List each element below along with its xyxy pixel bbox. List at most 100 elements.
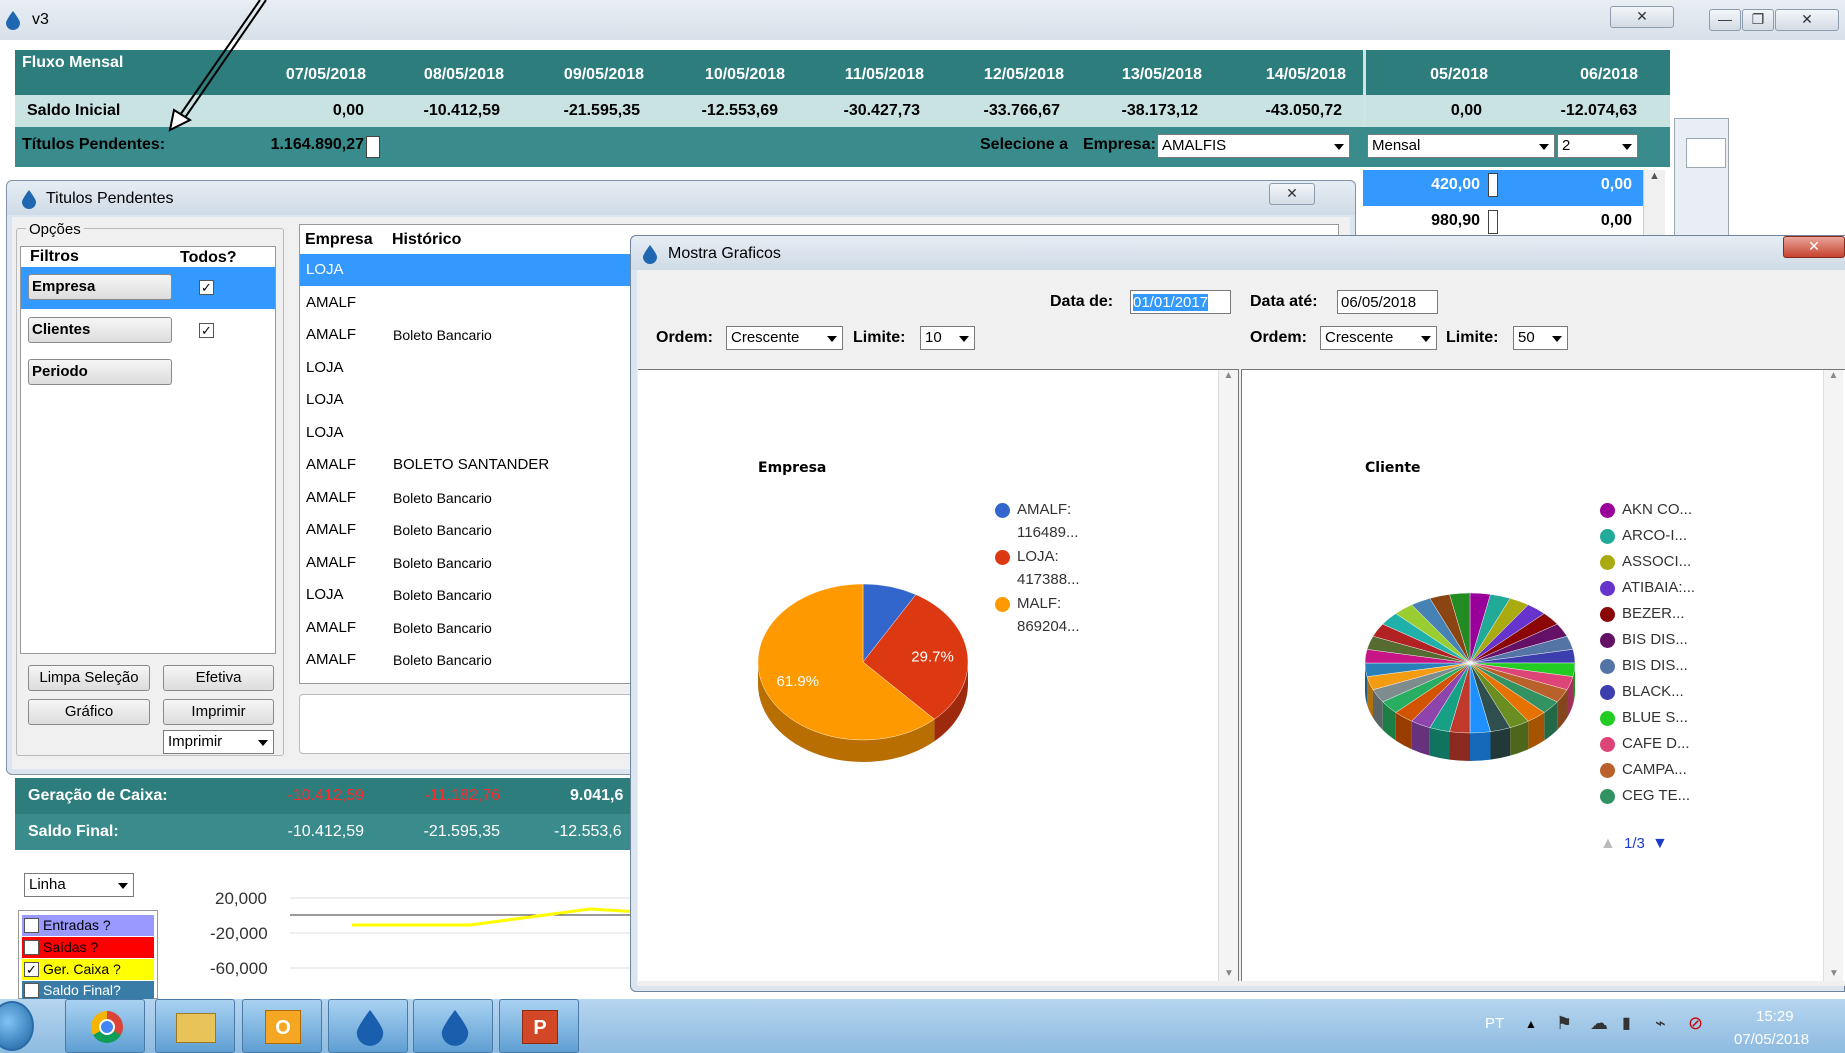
periodo-filter-button[interactable]: Periodo — [28, 359, 172, 385]
date-header: 10/05/2018 — [704, 66, 785, 83]
chevron-down-icon — [258, 740, 268, 746]
taskbar-app2[interactable] — [413, 999, 493, 1053]
tray-flag-icon[interactable]: ⚑ — [1556, 1013, 1572, 1034]
graficos-window-title: Mostra Graficos — [668, 245, 781, 262]
taskbar-explorer[interactable] — [155, 999, 235, 1053]
legend-label: ARCO-I... — [1622, 527, 1688, 544]
clock-time[interactable]: 15:29 — [1756, 1008, 1794, 1025]
imprimir-button[interactable]: Imprimir — [163, 699, 274, 725]
empresa-chart-scrollbar[interactable]: ▲ ▼ — [1218, 370, 1238, 981]
clientes-filter-button[interactable]: Clientes — [28, 317, 172, 343]
chevron-down-icon — [1552, 336, 1562, 342]
table-row[interactable]: LOJA — [300, 384, 590, 416]
legend-label: BEZER... — [1622, 605, 1685, 622]
outer-close-button[interactable]: ✕ — [1775, 9, 1839, 31]
graficos-title-bar: Mostra Graficos ✕ — [631, 236, 1845, 270]
window-close-button[interactable]: ✕ — [1610, 6, 1674, 28]
fluxo-label: Fluxo Mensal — [22, 54, 124, 71]
imprimir-select[interactable]: Imprimir — [163, 730, 274, 754]
table-row[interactable]: LOJA — [300, 417, 590, 449]
outer-restore-button[interactable]: ❐ — [1742, 9, 1774, 31]
row-empresa: AMALF — [306, 488, 357, 506]
right-detail-button[interactable] — [1488, 173, 1498, 197]
periodo-select[interactable]: Mensal — [1367, 134, 1555, 158]
titulos-detail-button[interactable] — [366, 136, 380, 158]
table-row[interactable]: AMALF Boleto Bancario — [300, 547, 590, 579]
table-row[interactable]: AMALF Boleto Bancario — [300, 612, 590, 644]
table-row[interactable]: AMALF Boleto Bancario — [300, 644, 590, 676]
empresa-filter-button[interactable]: Empresa — [28, 274, 172, 300]
left-limite-select[interactable]: 10 — [920, 326, 975, 350]
ger-caixa-series-line — [352, 907, 640, 927]
tray-signal-icon[interactable]: ▮ — [1622, 1013, 1631, 1033]
taskbar-language[interactable]: PT — [1485, 1015, 1504, 1032]
left-ordem-select[interactable]: Crescente — [726, 326, 843, 350]
legend-dot — [1600, 763, 1615, 778]
left-ordem-label: Ordem: — [656, 329, 713, 346]
legend-dot — [1600, 685, 1615, 700]
data-ate-input[interactable]: 06/05/2018 — [1337, 290, 1438, 314]
quantidade-select[interactable]: 2 — [1557, 134, 1638, 158]
legend-label: BIS DIS... — [1622, 631, 1688, 648]
taskbar-chrome[interactable] — [65, 999, 145, 1053]
cash-flow-line-chart — [290, 897, 640, 969]
taskbar-outlook[interactable]: O — [242, 999, 322, 1053]
data-de-input[interactable]: 01/01/2017 — [1130, 290, 1231, 314]
grafico-button[interactable]: Gráfico — [28, 699, 150, 725]
filtros-header: Filtros — [30, 248, 79, 265]
saldo-final-checkbox[interactable] — [24, 983, 39, 998]
y-tick: -60,000 — [210, 959, 268, 978]
legend-dot-malf — [995, 597, 1010, 612]
table-row[interactable]: AMALF Boleto Bancario — [300, 319, 590, 351]
legend-label: MALF: — [1017, 595, 1062, 612]
clock-date[interactable]: 07/05/2018 — [1734, 1031, 1809, 1048]
pager-up-icon[interactable]: ▲ — [1600, 835, 1616, 853]
left-ordem-value: Crescente — [731, 329, 800, 346]
chart-type-select[interactable]: Linha — [24, 873, 134, 897]
date-header: 14/05/2018 — [1265, 66, 1346, 83]
imprimir-select-value: Imprimir — [168, 733, 223, 750]
limpa-selecao-button[interactable]: Limpa Seleção — [28, 665, 150, 691]
saldo-inicial-value: -33.766,67 — [983, 102, 1060, 119]
taskbar-app1[interactable] — [328, 999, 408, 1053]
saidas-label: Saídas ? — [43, 939, 99, 955]
taskbar-powerpoint[interactable]: P — [499, 999, 579, 1053]
empresa-todos-checkbox[interactable]: ✓ — [199, 280, 214, 295]
ger-caixa-checkbox[interactable]: ✓ — [24, 962, 39, 977]
legend-dot — [1600, 633, 1615, 648]
clientes-todos-checkbox[interactable]: ✓ — [199, 323, 214, 338]
right-ordem-select[interactable]: Crescente — [1320, 326, 1437, 350]
table-row[interactable]: LOJA — [300, 352, 590, 384]
table-row[interactable]: AMALF BOLETO SANTANDER — [300, 449, 590, 481]
titulos-title-bar: Titulos Pendentes ✕ — [7, 181, 1355, 215]
table-row[interactable]: AMALF Boleto Bancario — [300, 482, 590, 514]
imprimir-label: Imprimir — [191, 703, 246, 720]
saidas-checkbox[interactable] — [24, 940, 39, 955]
pager-down-icon[interactable]: ▼ — [1652, 835, 1668, 853]
titulos-value: 1.164.890,27 — [270, 136, 364, 153]
table-row[interactable]: AMALF Boleto Bancario — [300, 514, 590, 546]
empresa-select[interactable]: AMALFIS — [1157, 134, 1350, 158]
table-row[interactable]: LOJA — [300, 254, 640, 286]
right-limite-select[interactable]: 50 — [1513, 326, 1568, 350]
right-detail-button[interactable] — [1488, 210, 1498, 234]
entradas-checkbox[interactable] — [24, 918, 39, 933]
titulos-close-button[interactable]: ✕ — [1269, 183, 1315, 205]
tray-expand-icon[interactable]: ▲ — [1525, 1017, 1537, 1031]
saldo-inicial-value: -30.427,73 — [843, 102, 920, 119]
empresa-label: Empresa: — [1083, 136, 1156, 153]
graficos-close-button[interactable]: ✕ — [1783, 236, 1845, 258]
outer-minimize-button[interactable]: — — [1709, 9, 1741, 31]
cliente-chart-scrollbar[interactable]: ▲ ▼ — [1823, 370, 1843, 981]
efetiva-button[interactable]: Efetiva — [163, 665, 274, 691]
tray-volume-icon[interactable]: ⊘ — [1688, 1013, 1703, 1034]
table-row[interactable]: LOJA Boleto Bancario — [300, 579, 590, 611]
right-scrollbar[interactable]: ▲ — [1643, 170, 1665, 240]
tray-power-icon[interactable]: ⌁ — [1655, 1013, 1666, 1034]
detail-panel — [299, 694, 639, 754]
table-row[interactable]: AMALF — [300, 287, 590, 319]
tray-network-icon[interactable]: ☁ — [1590, 1013, 1608, 1034]
row-historico: Boleto Bancario — [393, 619, 492, 636]
app-drop-icon — [22, 190, 36, 209]
legend-dot — [1600, 581, 1615, 596]
